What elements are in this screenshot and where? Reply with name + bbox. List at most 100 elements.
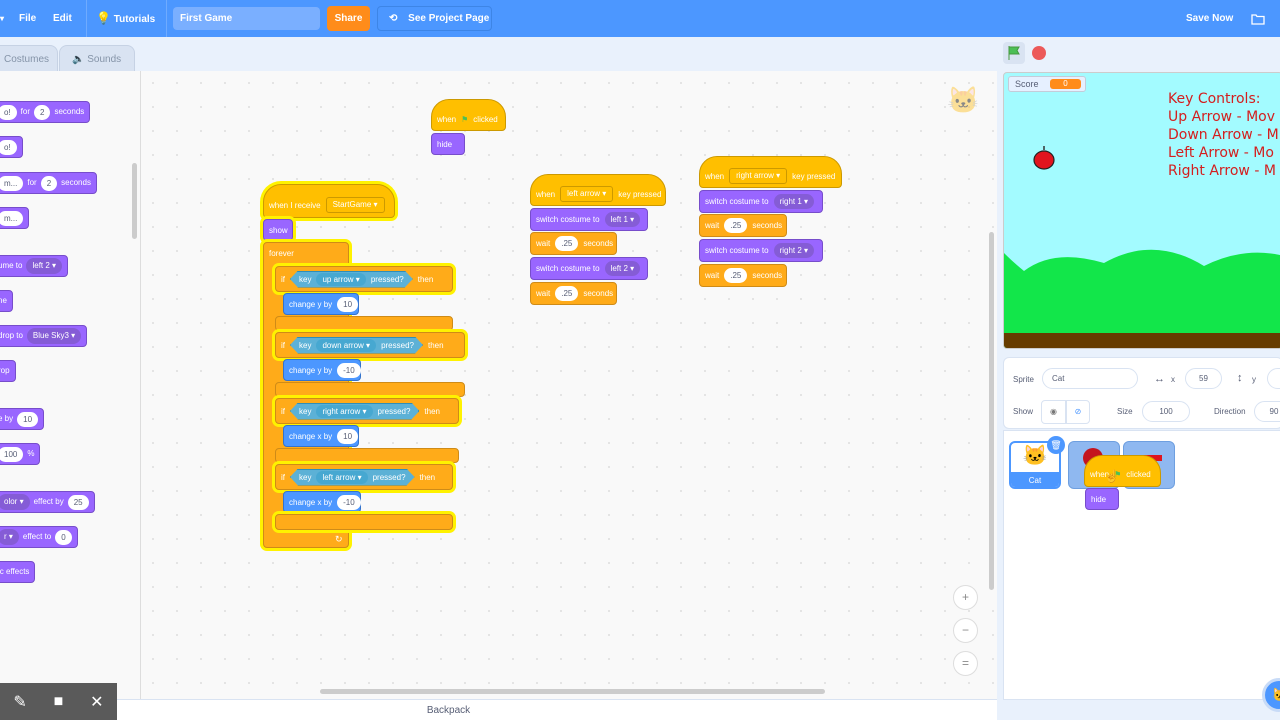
- language-chevron-icon[interactable]: ▾: [0, 0, 4, 37]
- when-i-receive-block[interactable]: when I receive StartGame ▾: [263, 184, 395, 218]
- block-input[interactable]: -10: [337, 494, 361, 510]
- backpack-bar[interactable]: Backpack: [0, 699, 997, 720]
- green-flag-button[interactable]: [1003, 42, 1025, 64]
- wait-block[interactable]: wait .25 seconds: [699, 214, 787, 237]
- block-input[interactable]: 0: [55, 529, 72, 545]
- block-input[interactable]: .25: [724, 218, 748, 233]
- palette-next-backdrop-block[interactable]: rop: [0, 360, 16, 382]
- palette-scrollbar[interactable]: [132, 163, 137, 239]
- block-input[interactable]: .25: [555, 236, 579, 251]
- y-position-input[interactable]: -6: [1267, 368, 1280, 389]
- backdrop-dropdown[interactable]: Blue Sky3 ▾: [26, 328, 82, 344]
- save-now-button[interactable]: Save Now: [1186, 0, 1233, 37]
- when-flag-clicked-block[interactable]: when ⚑ clicked: [431, 99, 506, 131]
- switch-costume-block[interactable]: switch costume to right 2 ▾: [699, 239, 823, 262]
- workspace-vertical-scrollbar[interactable]: [989, 232, 994, 590]
- code-workspace[interactable]: when ⚑ clicked hide when I receive StartGam…: [141, 71, 997, 699]
- if-up-arrow-block[interactable]: if key up arrow ▾ pressed? then: [275, 266, 453, 292]
- key-dropdown[interactable]: left arrow ▾: [560, 186, 614, 202]
- close-icon[interactable]: ✕: [90, 692, 103, 712]
- if-left-arrow-block[interactable]: if key left arrow ▾ pressed? then: [275, 464, 453, 490]
- change-y-block[interactable]: change y by 10: [283, 293, 359, 315]
- stop-button[interactable]: [1032, 46, 1046, 60]
- effect-dropdown[interactable]: olor ▾: [0, 494, 30, 510]
- tab-costumes[interactable]: Costumes: [0, 45, 58, 72]
- block-input[interactable]: 2: [40, 175, 58, 191]
- delete-sprite-button[interactable]: 🗑: [1047, 436, 1065, 454]
- show-hidden-toggle[interactable]: ⊘: [1066, 400, 1090, 424]
- dragged-when-flag-clicked-block[interactable]: when ⚑ clicked: [1084, 455, 1161, 487]
- share-button[interactable]: Share: [327, 6, 370, 31]
- palette-think-block[interactable]: m...: [0, 207, 30, 229]
- key-pressed-condition[interactable]: key right arrow ▾ pressed?: [290, 403, 419, 420]
- change-x-block[interactable]: change x by -10: [283, 491, 361, 513]
- costume-dropdown[interactable]: left 1 ▾: [604, 212, 641, 227]
- block-input[interactable]: -10: [337, 362, 361, 378]
- key-dropdown[interactable]: up arrow ▾: [316, 273, 365, 286]
- costume-dropdown[interactable]: left 2 ▾: [26, 258, 63, 274]
- block-input[interactable]: .25: [555, 286, 579, 301]
- palette-change-size-block[interactable]: e by10: [0, 408, 45, 430]
- wait-block[interactable]: wait .25 seconds: [530, 282, 617, 305]
- key-dropdown[interactable]: right arrow ▾: [729, 168, 788, 184]
- folder-icon[interactable]: [1251, 0, 1265, 37]
- costume-dropdown[interactable]: right 1 ▾: [773, 194, 815, 209]
- switch-costume-block[interactable]: switch costume to left 1 ▾: [530, 208, 648, 231]
- block-input[interactable]: .25: [724, 268, 748, 283]
- effect-dropdown[interactable]: r ▾: [0, 529, 19, 545]
- x-position-input[interactable]: 59: [1185, 368, 1222, 389]
- show-block[interactable]: show: [263, 219, 293, 241]
- tutorials-button[interactable]: 💡 Tutorials: [96, 0, 155, 37]
- hide-block[interactable]: hide: [431, 133, 465, 155]
- project-title-input[interactable]: First Game: [173, 7, 320, 30]
- key-dropdown[interactable]: left arrow ▾: [316, 471, 367, 484]
- zoom-in-button[interactable]: +: [953, 585, 978, 610]
- block-input[interactable]: o!: [0, 139, 17, 155]
- dragged-hide-block[interactable]: hide: [1085, 488, 1119, 510]
- change-x-block[interactable]: change x by 10: [283, 425, 359, 447]
- block-input[interactable]: 10: [337, 428, 359, 444]
- palette-switch-backdrop-block[interactable]: drop to Blue Sky3 ▾: [0, 325, 88, 347]
- palette-think-for-block[interactable]: m... for 2 seconds: [0, 172, 97, 194]
- key-pressed-condition[interactable]: key left arrow ▾ pressed?: [290, 469, 415, 486]
- palette-set-effect-block[interactable]: r ▾ effect to 0: [0, 526, 78, 548]
- block-input[interactable]: 100: [0, 446, 24, 462]
- see-project-page-button[interactable]: ⟲ See Project Page: [377, 6, 492, 31]
- palette-switch-costume-block[interactable]: ume to left 2 ▾: [0, 255, 69, 277]
- switch-costume-block[interactable]: switch costume to left 2 ▾: [530, 257, 648, 280]
- show-visible-toggle[interactable]: ◉: [1041, 400, 1066, 424]
- apple-sprite[interactable]: [1032, 145, 1056, 171]
- costume-dropdown[interactable]: left 2 ▾: [604, 261, 641, 276]
- key-pressed-condition[interactable]: key down arrow ▾ pressed?: [290, 337, 423, 354]
- if-down-arrow-block[interactable]: if key down arrow ▾ pressed? then: [275, 332, 465, 358]
- when-key-pressed-block[interactable]: when right arrow ▾ key pressed: [699, 156, 842, 188]
- zoom-out-button[interactable]: −: [953, 618, 978, 643]
- change-y-block[interactable]: change y by -10: [283, 359, 361, 381]
- direction-input[interactable]: 90: [1254, 401, 1280, 422]
- pen-icon[interactable]: ✎: [13, 692, 26, 712]
- key-pressed-condition[interactable]: key up arrow ▾ pressed?: [290, 271, 413, 288]
- block-input[interactable]: 25: [67, 494, 89, 510]
- wait-block[interactable]: wait .25 seconds: [530, 232, 617, 255]
- block-input[interactable]: 10: [337, 296, 359, 312]
- tab-sounds[interactable]: 🔈 Sounds: [59, 45, 135, 72]
- block-input[interactable]: o!: [0, 104, 17, 120]
- edit-menu[interactable]: Edit: [53, 0, 72, 37]
- message-dropdown[interactable]: StartGame ▾: [325, 197, 385, 213]
- palette-say-block[interactable]: o!: [0, 136, 23, 158]
- size-input[interactable]: 100: [1142, 401, 1190, 422]
- block-input[interactable]: m...: [0, 210, 24, 226]
- wait-block[interactable]: wait .25 seconds: [699, 264, 787, 287]
- when-key-pressed-block[interactable]: when left arrow ▾ key pressed: [530, 174, 666, 206]
- palette-clear-effects-block[interactable]: ic effects: [0, 561, 36, 583]
- workspace-horizontal-scrollbar[interactable]: [320, 689, 825, 694]
- video-camera-icon[interactable]: ■: [54, 693, 64, 711]
- switch-costume-block[interactable]: switch costume to right 1 ▾: [699, 190, 823, 213]
- zoom-reset-button[interactable]: =: [953, 651, 978, 676]
- costume-dropdown[interactable]: right 2 ▾: [773, 243, 815, 258]
- stage[interactable]: Score 0 Key Controls: Up Arrow - Mov Down…: [1003, 72, 1280, 349]
- sprite-name-input[interactable]: Cat: [1042, 368, 1138, 389]
- palette-next-costume-block[interactable]: ne: [0, 290, 13, 312]
- file-menu[interactable]: File: [19, 0, 36, 37]
- palette-set-size-block[interactable]: 100%: [0, 443, 41, 465]
